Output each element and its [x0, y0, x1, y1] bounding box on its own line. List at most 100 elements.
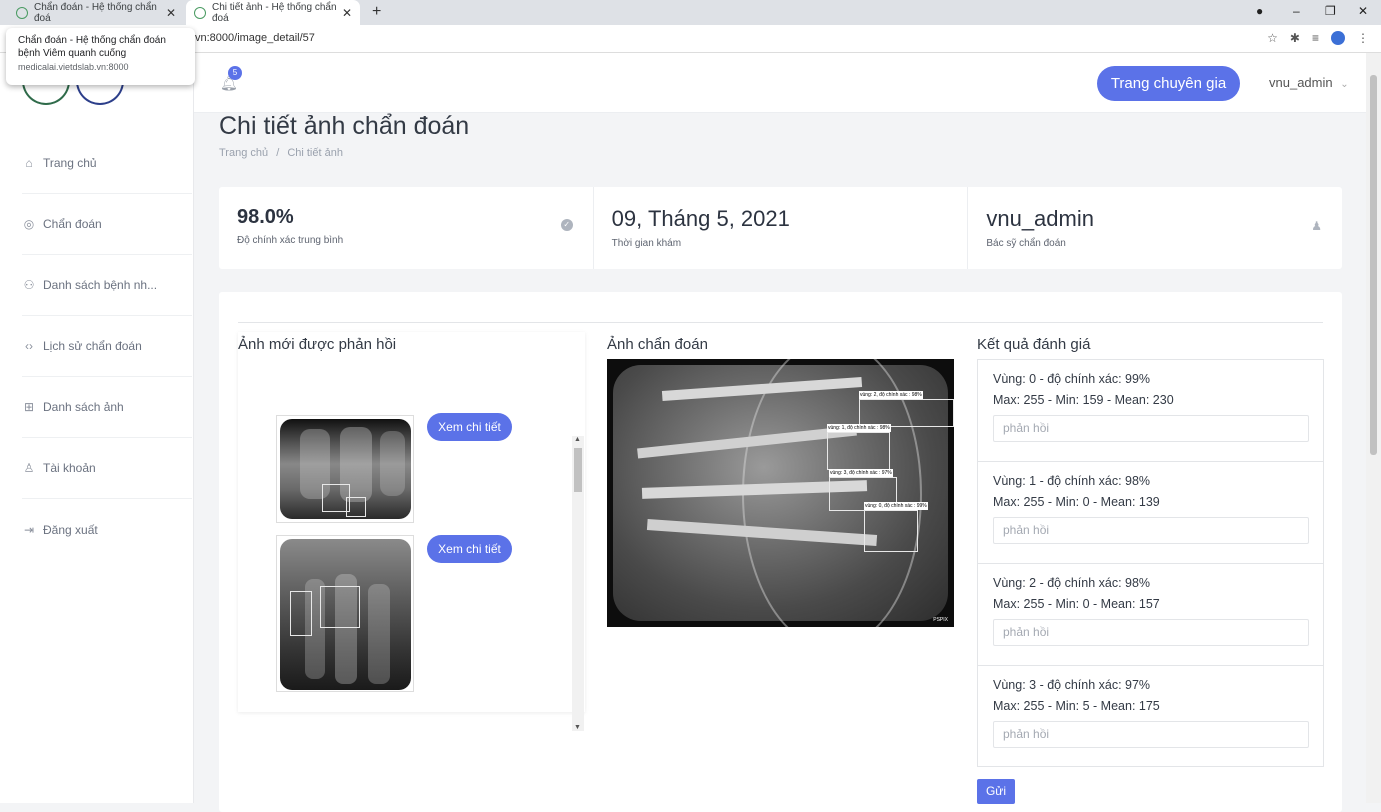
stat-doctor-label: Bác sỹ chẩn đoán	[986, 238, 1066, 249]
recent-images-panel: Xem chi tiết Xem chi tiết ▲ ▼	[238, 332, 585, 731]
tooltip-host: medicalai.vietdslab.vn:8000	[18, 62, 129, 72]
username: vnu_admin	[1269, 75, 1333, 90]
url-text[interactable]: vn:8000/image_detail/57	[195, 32, 315, 44]
sidebar-item-patients[interactable]: ⚇ Danh sách bệnh nh...	[22, 255, 192, 316]
scrollbar-thumb[interactable]	[574, 448, 582, 492]
region-caption: vùng: 1, độ chính xác : 98%	[827, 424, 891, 432]
breadcrumb-home[interactable]: Trang chủ	[219, 147, 268, 159]
image-watermark: PSPIX	[933, 617, 948, 623]
region-stats: Max: 255 - Min: 159 - Mean: 230	[993, 393, 1174, 407]
page-scrollbar[interactable]	[1366, 53, 1381, 803]
tab-title: Chẩn đoán - Hệ thống chẩn đoá	[34, 1, 157, 24]
grid-icon: ⊞	[23, 400, 35, 414]
feedback-input[interactable]: phản hồi	[993, 415, 1309, 442]
user-menu[interactable]: vnu_admin ⌄	[1269, 75, 1349, 90]
region-caption: vùng: 3, độ chính xác : 97%	[829, 469, 893, 477]
recent-thumbnail[interactable]	[276, 415, 414, 523]
window-close-icon[interactable]: ✕	[1358, 4, 1368, 18]
stat-doctor: vnu_admin Bác sỹ chẩn đoán ♟	[968, 187, 1342, 269]
browser-menu-icon[interactable]: ●	[1256, 4, 1263, 18]
new-tab-icon[interactable]: +	[372, 3, 381, 21]
region-caption: vùng: 0, độ chính xác : 99%	[864, 502, 928, 510]
region-heading: Vùng: 3 - độ chính xác: 97%	[993, 678, 1151, 692]
result-region: Vùng: 0 - độ chính xác: 99% Max: 255 - M…	[978, 360, 1323, 462]
scroll-down-icon[interactable]: ▼	[574, 724, 581, 731]
view-detail-button[interactable]: Xem chi tiết	[427, 535, 512, 563]
breadcrumb-current: Chi tiết ảnh	[287, 147, 343, 159]
region-heading: Vùng: 1 - độ chính xác: 98%	[993, 474, 1151, 488]
feedback-input[interactable]: phản hồi	[993, 619, 1309, 646]
feedback-input[interactable]: phản hồi	[993, 517, 1309, 544]
region-heading: Vùng: 2 - độ chính xác: 98%	[993, 576, 1151, 590]
recent-list-scrollbar[interactable]: ▲ ▼	[572, 436, 584, 731]
bookmark-star-icon[interactable]: ☆	[1267, 31, 1278, 45]
breadcrumb-separator: /	[276, 147, 280, 159]
sidebar-item-images[interactable]: ⊞ Danh sách ảnh	[22, 377, 192, 438]
reading-list-icon[interactable]: ≡	[1312, 31, 1319, 45]
sidebar-item-diagnosis[interactable]: ◎ Chẩn đoán	[22, 194, 192, 255]
extensions-icon[interactable]: ✱	[1290, 31, 1300, 45]
stat-date-value: 09, Tháng 5, 2021	[611, 206, 790, 231]
site-favicon-icon	[16, 6, 28, 19]
expert-page-button[interactable]: Trang chuyên gia	[1097, 66, 1240, 101]
tab-hover-tooltip: Chẩn đoán - Hệ thống chẩn đoán bệnh Viêm…	[6, 28, 195, 85]
logout-icon: ⇥	[23, 522, 35, 537]
view-detail-button[interactable]: Xem chi tiết	[427, 413, 512, 441]
restore-icon[interactable]: ❐	[1325, 4, 1336, 18]
stats-card: 98.0% Độ chính xác trung bình ✓ 09, Thán…	[219, 187, 1342, 269]
breadcrumb: Trang chủ / Chi tiết ảnh	[219, 147, 343, 159]
divider	[238, 322, 1323, 323]
site-favicon-icon	[194, 6, 206, 19]
sidebar-item-logout[interactable]: ⇥ Đăng xuất	[22, 499, 192, 560]
user-icon: ♟	[1311, 219, 1323, 233]
sidebar-item-label: Đăng xuất	[43, 522, 98, 537]
dental-xray-image	[280, 539, 411, 690]
sidebar-item-label: Trang chủ	[43, 156, 97, 170]
result-region: Vùng: 2 - độ chính xác: 98% Max: 255 - M…	[978, 564, 1323, 666]
results-list: Vùng: 0 - độ chính xác: 99% Max: 255 - M…	[977, 359, 1324, 767]
region-stats: Max: 255 - Min: 0 - Mean: 139	[993, 495, 1160, 509]
minimize-icon[interactable]: –	[1293, 4, 1300, 18]
chevron-down-icon: ⌄	[1340, 79, 1349, 90]
scroll-up-icon[interactable]: ▲	[574, 436, 581, 443]
check-circle-icon: ✓	[560, 219, 573, 231]
close-tab-icon[interactable]: ✕	[342, 6, 352, 20]
feedback-input[interactable]: phản hồi	[993, 721, 1309, 748]
address-bar: vn:8000/image_detail/57 ☆ ✱ ≡ ⋮	[0, 25, 1381, 53]
sidebar-item-label: Danh sách ảnh	[43, 400, 124, 414]
stat-accuracy-value: 98.0%	[237, 206, 294, 228]
recent-thumbnail[interactable]	[276, 535, 414, 692]
user-icon: ♙	[23, 461, 35, 475]
profile-avatar-icon[interactable]	[1331, 31, 1345, 45]
main-card: Ảnh mới được phản hồi Xem chi tiết Xem c…	[219, 292, 1342, 812]
region-stats: Max: 255 - Min: 0 - Mean: 157	[993, 597, 1160, 611]
submit-feedback-button[interactable]: Gửi	[977, 779, 1015, 804]
tab-title: Chi tiết ảnh - Hệ thống chẩn đoá	[212, 1, 337, 24]
tooltip-title: Chẩn đoán - Hệ thống chẩn đoán bệnh Viêm…	[18, 35, 166, 59]
diagnosis-xray-image[interactable]: vùng: 2, độ chính xác : 98% vùng: 1, độ …	[607, 359, 954, 627]
stat-doctor-value: vnu_admin	[986, 206, 1094, 231]
browser-tab-image-detail[interactable]: Chi tiết ảnh - Hệ thống chẩn đoá ✕	[186, 0, 360, 25]
page-title: Chi tiết ảnh chẩn đoán	[219, 112, 470, 140]
sidebar-item-label: Danh sách bệnh nh...	[43, 278, 158, 292]
sidebar-item-account[interactable]: ♙ Tài khoản	[22, 438, 192, 499]
stat-accuracy-label: Độ chính xác trung bình	[237, 235, 344, 246]
code-icon: ‹›	[25, 339, 33, 353]
top-header: 🔔︎ 5 Trang chuyên gia vnu_admin ⌄	[194, 53, 1366, 113]
region-caption: vùng: 2, độ chính xác : 98%	[859, 391, 923, 399]
sidebar-item-home[interactable]: ⌂ Trang chủ	[22, 133, 192, 194]
sidebar-nav: ⌂ Trang chủ ◎ Chẩn đoán ⚇ Danh sách bệnh nh…	[22, 133, 192, 560]
browser-tab-diagnosis[interactable]: Chẩn đoán - Hệ thống chẩn đoá ✕	[8, 0, 184, 25]
browser-tab-bar: Chẩn đoán - Hệ thống chẩn đoá ✕ Chi tiết…	[0, 0, 1381, 25]
stat-date-label: Thời gian khám	[611, 238, 682, 249]
close-tab-icon[interactable]: ✕	[166, 6, 176, 20]
target-icon: ◎	[23, 217, 35, 231]
more-menu-icon[interactable]: ⋮	[1357, 31, 1369, 45]
stat-accuracy: 98.0% Độ chính xác trung bình ✓	[219, 187, 594, 269]
notification-badge: 5	[228, 66, 242, 80]
scrollbar-thumb[interactable]	[1370, 75, 1377, 455]
dental-xray-image	[280, 419, 411, 519]
sidebar-item-history[interactable]: ‹› Lịch sử chẩn đoán	[22, 316, 192, 377]
stat-date: 09, Tháng 5, 2021 Thời gian khám	[594, 187, 969, 269]
region-heading: Vùng: 0 - độ chính xác: 99%	[993, 372, 1151, 386]
